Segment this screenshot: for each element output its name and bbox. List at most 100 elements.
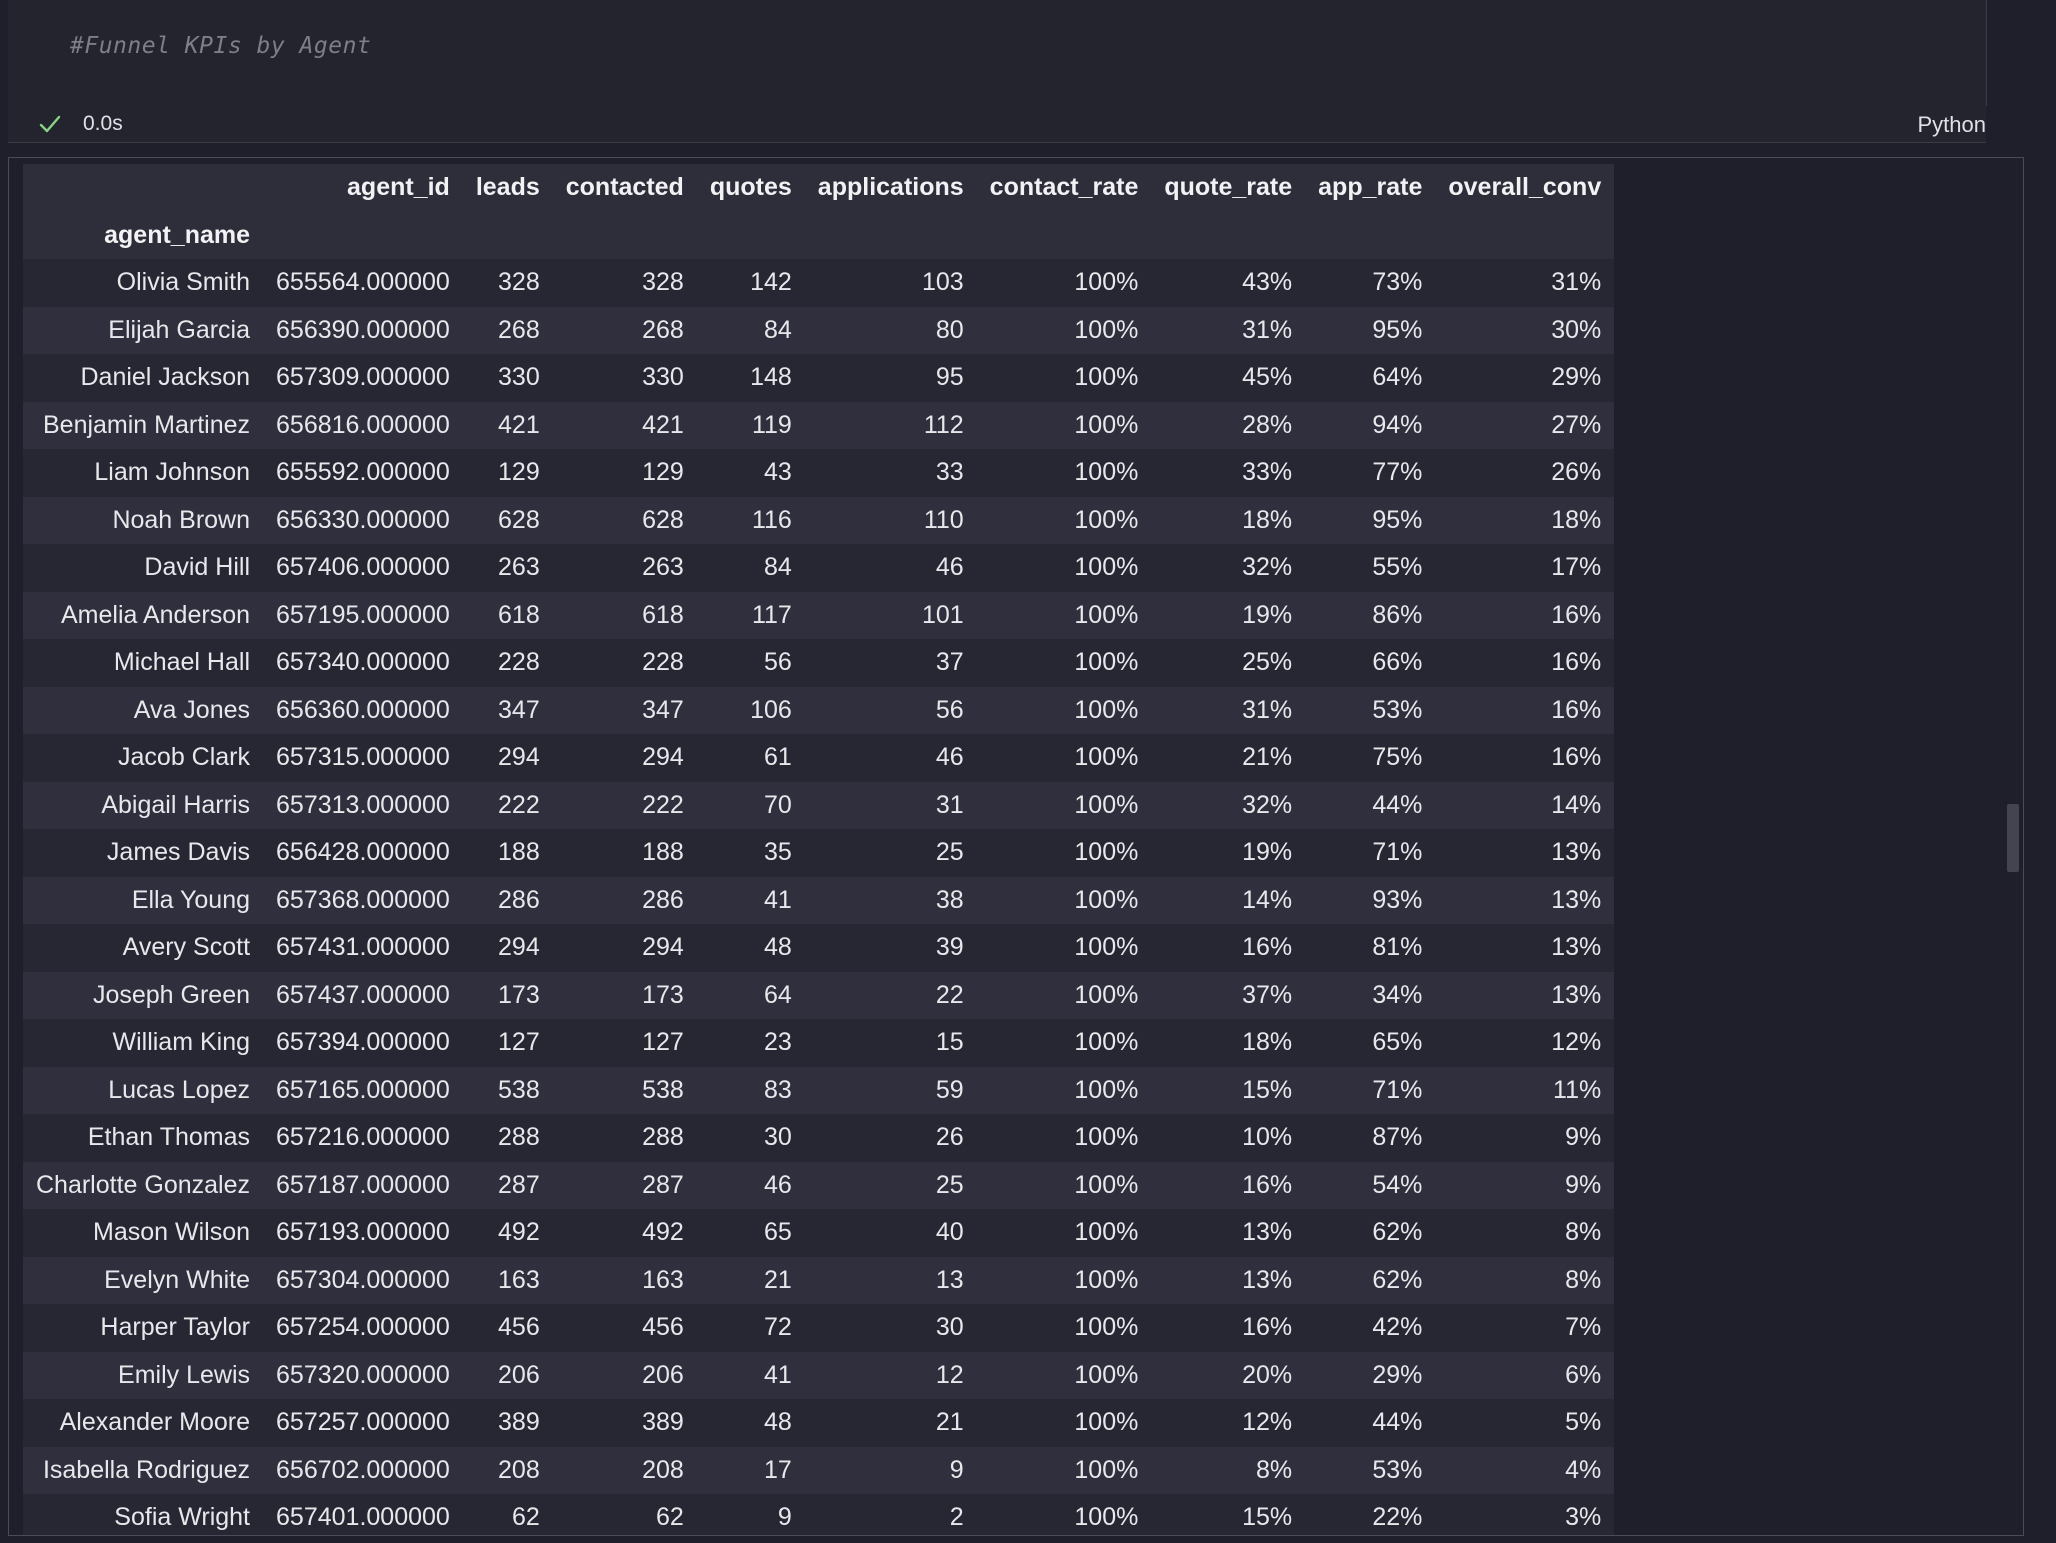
table-cell: 228	[498, 648, 540, 677]
table-row: Emily Lewis 657320.000000 206 206 41 12 100% 20…	[23, 1351, 1615, 1399]
table-cell: 35	[763, 838, 792, 867]
table-cell: 37	[935, 648, 964, 677]
row-index-label: Joseph Green	[92, 980, 251, 1009]
table-cell: 657431.000000	[276, 933, 450, 962]
table-cell: 100%	[1074, 933, 1139, 962]
table-cell: 657401.000000	[276, 1503, 450, 1532]
table-cell: 657406.000000	[276, 553, 450, 582]
language-selector[interactable]: Python	[1918, 112, 1987, 138]
table-cell: 13%	[1551, 838, 1602, 867]
table-cell: 347	[642, 695, 684, 724]
table-cell: 41	[763, 885, 792, 914]
table-cell: 41	[763, 1360, 792, 1389]
table-cell: 13	[935, 1265, 964, 1294]
table-cell: 21%	[1242, 743, 1293, 772]
table-cell: 77%	[1372, 458, 1423, 487]
table-cell: 8%	[1256, 1455, 1293, 1484]
row-index-label: Isabella Rodriguez	[42, 1455, 251, 1484]
table-cell: 75%	[1372, 743, 1423, 772]
code-comment-line[interactable]: #Funnel KPIs by Agent	[70, 33, 371, 59]
table-cell: 18%	[1551, 505, 1602, 534]
table-cell: 100%	[1074, 885, 1139, 914]
table-cell: 100%	[1074, 1170, 1139, 1199]
table-cell: 100%	[1074, 1360, 1139, 1389]
table-cell: 53%	[1372, 695, 1423, 724]
row-index-label: Noah Brown	[112, 505, 251, 534]
row-index-label: Sofia Wright	[114, 1503, 251, 1532]
row-index-label: James Davis	[106, 838, 251, 867]
table-cell: 294	[642, 743, 684, 772]
column-header: leads	[462, 164, 553, 212]
table-cell: 208	[642, 1455, 684, 1484]
table-cell: 188	[642, 838, 684, 867]
table-cell: 287	[498, 1170, 540, 1199]
table-cell: 263	[642, 553, 684, 582]
table-cell: 39	[935, 933, 964, 962]
table-cell: 15%	[1242, 1503, 1293, 1532]
row-index-label: Abigail Harris	[101, 790, 251, 819]
table-cell: 16%	[1551, 648, 1602, 677]
table-cell: 294	[642, 933, 684, 962]
table-cell: 330	[642, 363, 684, 392]
table-cell: 656702.000000	[276, 1455, 450, 1484]
table-cell: 628	[642, 505, 684, 534]
table-cell: 268	[642, 315, 684, 344]
table-cell: 100%	[1074, 458, 1139, 487]
table-cell: 538	[642, 1075, 684, 1104]
cell-status-bar: 0.0s Python	[8, 106, 1986, 143]
table-cell: 26	[935, 1123, 964, 1152]
table-row: Isabella Rodriguez 656702.000000 208 208 17 9…	[23, 1446, 1615, 1494]
table-cell: 657437.000000	[276, 980, 450, 1009]
table-cell: 657394.000000	[276, 1028, 450, 1057]
row-index-label: Charlotte Gonzalez	[36, 1170, 251, 1199]
table-cell: 21	[763, 1265, 792, 1294]
code-cell-editor[interactable]: #Funnel KPIs by Agent	[8, 0, 1987, 106]
table-cell: 142	[750, 268, 792, 297]
table-row: Ethan Thomas 657216.000000 288 288 30 26 100% 1…	[23, 1114, 1615, 1162]
table-cell: 25	[935, 838, 964, 867]
table-cell: 657313.000000	[276, 790, 450, 819]
cell-output: agent_id leads contacted quotes applications…	[8, 157, 2024, 1536]
table-cell: 110	[923, 505, 964, 534]
table-cell: 62	[656, 1503, 684, 1532]
table-row: Michael Hall 657340.000000 228 228 56 37 100% 2…	[23, 639, 1615, 687]
table-cell: 16%	[1551, 743, 1602, 772]
table-row: Evelyn White 657304.000000 163 163 21 13 100% 1…	[23, 1256, 1615, 1304]
table-cell: 13%	[1551, 885, 1602, 914]
execution-time: 0.0s	[83, 112, 123, 135]
table-cell: 28%	[1242, 410, 1293, 439]
table-cell: 657340.000000	[276, 648, 450, 677]
vertical-scrollbar[interactable]	[2007, 804, 2019, 872]
table-row: Alexander Moore 657257.000000 389 389 48 21 10…	[23, 1399, 1615, 1447]
table-row: William King 657394.000000 127 127 23 15 100% 1…	[23, 1019, 1615, 1067]
table-cell: 222	[642, 790, 684, 819]
table-cell: 112	[923, 410, 964, 439]
table-cell: 127	[642, 1028, 684, 1057]
table-cell: 33	[935, 458, 964, 487]
table-cell: 48	[763, 1408, 792, 1437]
table-cell: 30%	[1551, 315, 1602, 344]
table-cell: 26%	[1551, 458, 1602, 487]
table-cell: 19%	[1242, 838, 1293, 867]
table-cell: 95	[935, 363, 964, 392]
row-index-label: Ella Young	[131, 885, 251, 914]
row-index-label: Michael Hall	[113, 648, 251, 677]
column-header: quotes	[696, 164, 805, 212]
table-cell: 492	[498, 1218, 540, 1247]
table-row: James Davis 656428.000000 188 188 35 25 100% 19…	[23, 829, 1615, 877]
table-cell: 12%	[1242, 1408, 1293, 1437]
row-index-label: Ethan Thomas	[87, 1123, 251, 1152]
table-cell: 119	[751, 410, 792, 439]
table-cell: 100%	[1074, 1218, 1139, 1247]
table-row: Noah Brown 656330.000000 628 628 116 110 100% 1…	[23, 496, 1615, 544]
table-row: Ella Young 657368.000000 286 286 41 38 100% 14%…	[23, 876, 1615, 924]
table-cell: 101	[921, 600, 964, 629]
table-row: Avery Scott 657431.000000 294 294 48 39 100% 16…	[23, 924, 1615, 972]
table-row: Abigail Harris 657313.000000 222 222 70 31 100…	[23, 781, 1615, 829]
table-cell: 13%	[1551, 980, 1602, 1009]
table-row: Charlotte Gonzalez 657187.000000 287 287 46 2…	[23, 1161, 1615, 1209]
row-index-label: Liam Johnson	[94, 458, 251, 487]
table-cell: 328	[642, 268, 684, 297]
table-cell: 100%	[1074, 838, 1139, 867]
table-cell: 21	[935, 1408, 964, 1437]
